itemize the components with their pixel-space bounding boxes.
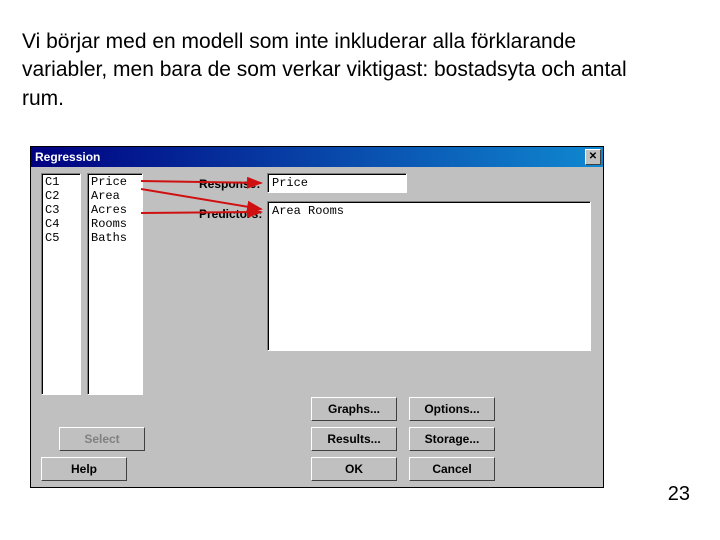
ok-button[interactable]: OK — [311, 457, 397, 481]
storage-button[interactable]: Storage... — [409, 427, 495, 451]
list-item[interactable]: C5 — [45, 231, 77, 245]
list-item[interactable]: C4 — [45, 217, 77, 231]
list-item[interactable]: Price — [91, 175, 139, 189]
dialog-title: Regression — [35, 150, 100, 164]
column-id-list[interactable]: C1 C2 C3 C4 C5 — [41, 173, 81, 395]
options-button[interactable]: Options... — [409, 397, 495, 421]
list-item[interactable]: C1 — [45, 175, 77, 189]
column-name-list[interactable]: Price Area Acres Rooms Baths — [87, 173, 143, 395]
list-item[interactable]: C3 — [45, 203, 77, 217]
list-item[interactable]: C2 — [45, 189, 77, 203]
cancel-button[interactable]: Cancel — [409, 457, 495, 481]
dialog-titlebar: Regression ✕ — [31, 147, 603, 167]
response-input-value: Price — [272, 176, 308, 190]
response-input[interactable]: Price — [267, 173, 407, 193]
predictors-input-value: Area Rooms — [272, 204, 344, 218]
regression-dialog: Regression ✕ C1 C2 C3 C4 C5 Price Area A… — [30, 146, 604, 488]
dialog-body: C1 C2 C3 C4 C5 Price Area Acres Rooms Ba… — [31, 167, 603, 487]
close-button[interactable]: ✕ — [585, 149, 601, 165]
select-button[interactable]: Select — [59, 427, 145, 451]
graphs-button[interactable]: Graphs... — [311, 397, 397, 421]
results-button[interactable]: Results... — [311, 427, 397, 451]
predictors-input[interactable]: Area Rooms — [267, 201, 591, 351]
list-item[interactable]: Baths — [91, 231, 139, 245]
list-item[interactable]: Acres — [91, 203, 139, 217]
response-label: Response: — [199, 177, 260, 191]
slide-paragraph: Vi börjar med en modell som inte inklude… — [22, 28, 662, 113]
predictors-label: Predictors: — [199, 207, 262, 221]
list-item[interactable]: Area — [91, 189, 139, 203]
help-button[interactable]: Help — [41, 457, 127, 481]
close-icon: ✕ — [589, 151, 597, 162]
slide-page-number: 23 — [668, 483, 690, 506]
list-item[interactable]: Rooms — [91, 217, 139, 231]
